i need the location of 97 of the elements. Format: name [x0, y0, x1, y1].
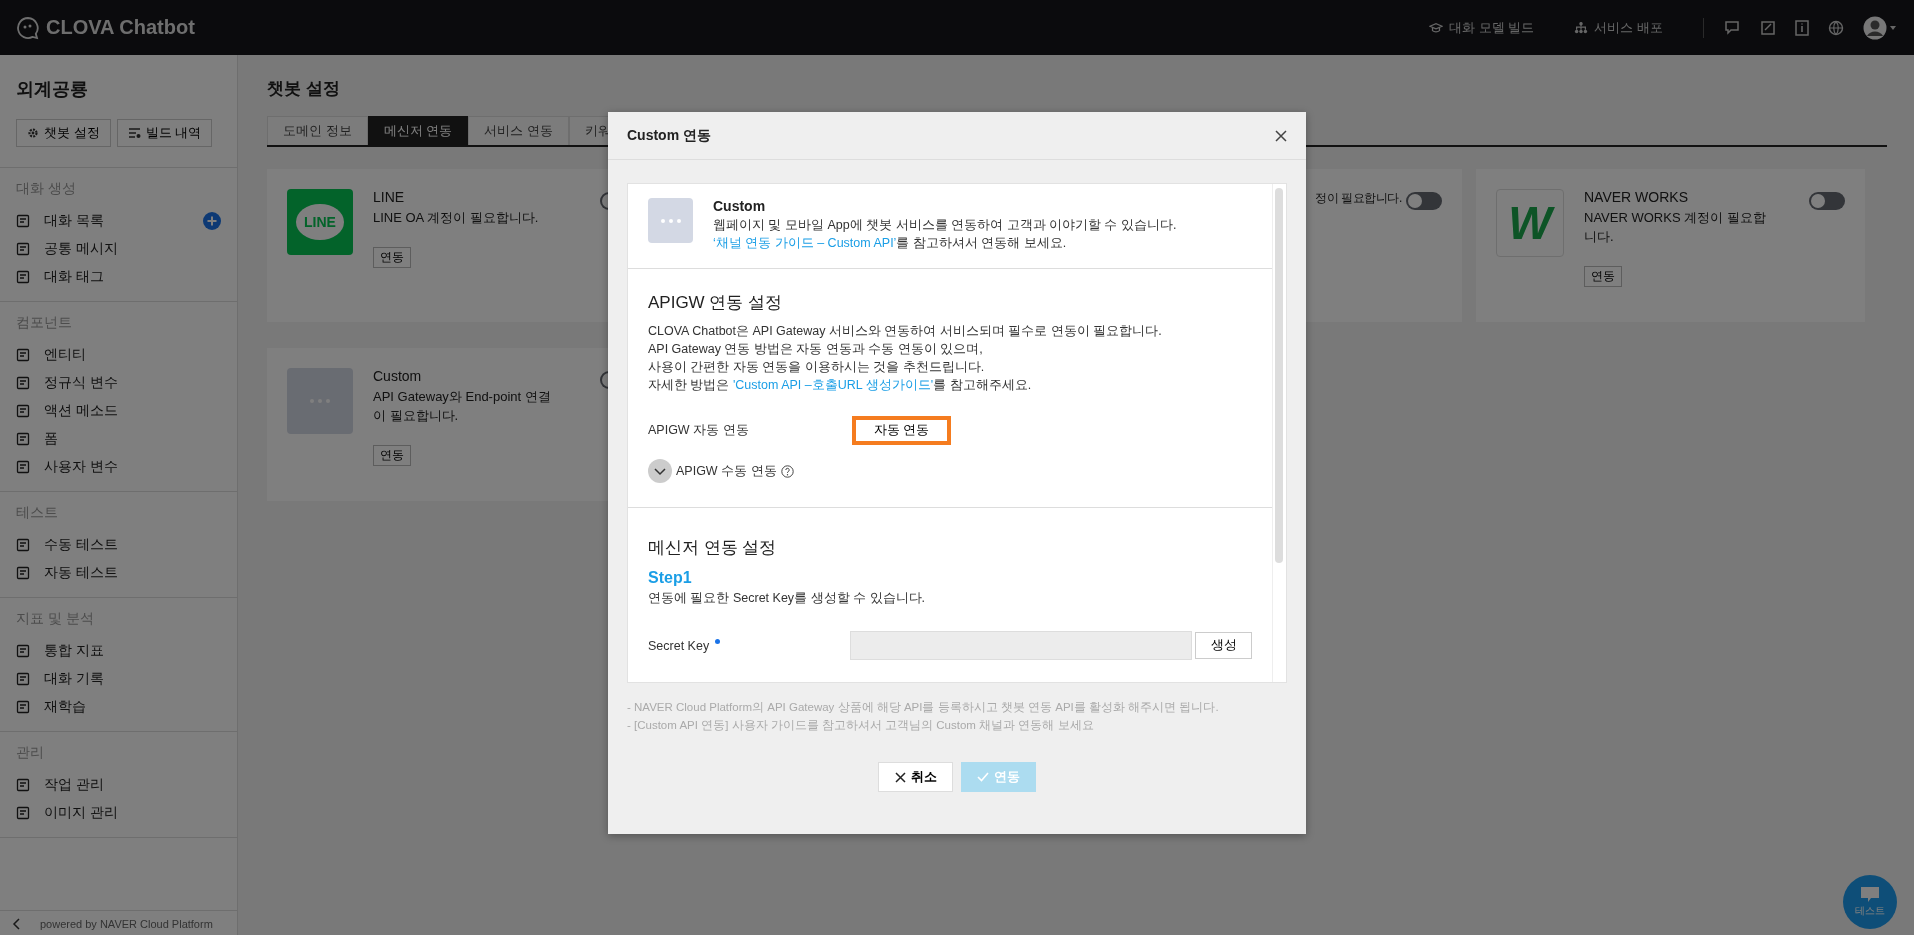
generate-button[interactable]: 생성 — [1195, 632, 1252, 659]
sidebar-item[interactable]: 대화 기록 — [16, 670, 104, 688]
close-icon[interactable] — [1275, 129, 1287, 142]
globe-icon[interactable] — [1828, 19, 1844, 36]
description-text: 연동에 필요한 Secret Key를 생성할 수 있습니다. — [648, 590, 926, 607]
settings-icon — [27, 127, 39, 139]
menu-item-icon — [16, 404, 30, 418]
project-title: 외계공룡 — [15, 78, 89, 101]
tab[interactable]: 도메인 정보 — [267, 116, 368, 145]
sidebar-item[interactable]: 액션 메소드 — [16, 402, 118, 420]
speech-bubble-icon — [1859, 886, 1881, 904]
auto-connect-button[interactable]: 자동 연동 — [852, 416, 952, 445]
sidebar-item[interactable]: 공통 메시지 — [16, 240, 118, 258]
guide-link[interactable]: 'Custom API –호출URL 생성가이드' — [732, 378, 934, 392]
chat-bubble-icon — [16, 15, 40, 40]
connect-button[interactable]: 연동 — [373, 247, 411, 268]
chat-icon[interactable] — [1724, 18, 1742, 37]
cancel-button[interactable]: 취소 — [878, 762, 953, 792]
description-text: API Gateway 연동 방법은 자동 연동과 수동 연동이 있으며, — [648, 341, 984, 358]
dots-logo — [648, 198, 693, 243]
menu-item-icon — [16, 376, 30, 390]
field-label: Secret Key — [648, 638, 710, 653]
description-text: 사용이 간편한 자동 연동을 이용하시는 것을 추천드립니다. — [648, 359, 986, 376]
menu-item-icon — [16, 214, 30, 228]
guide-link[interactable]: ‘채널 연동 가이드 – Custom API’ — [713, 236, 897, 250]
channel-name: NAVER WORKS — [1584, 189, 1689, 205]
channel-description: 정이 필요합니다. — [1314, 190, 1402, 207]
sidebar-item[interactable]: 정규식 변수 — [16, 374, 118, 392]
sidebar-item[interactable]: 작업 관리 — [16, 776, 104, 794]
info-icon[interactable] — [1794, 19, 1810, 36]
sidebar-item[interactable]: 엔티티 — [16, 346, 86, 364]
menu-item-icon — [16, 778, 30, 792]
sidebar-button[interactable]: 챗봇 설정 — [16, 119, 111, 147]
channel-description: 웹페이지 및 모바일 App에 챗봇 서비스를 연동하여 고객과 이야기할 수 있습니다. — [713, 217, 1177, 234]
section-heading: APIGW 연동 설정 — [648, 292, 784, 314]
menu-item-icon — [16, 270, 30, 284]
help-icon[interactable] — [780, 464, 794, 478]
guide-sentence: ‘채널 연동 가이드 – Custom API’를 참고하셔서 연동해 보세요. — [713, 235, 1068, 252]
menu-item-icon — [16, 432, 30, 446]
check-icon — [977, 772, 989, 782]
step-title: Step1 — [648, 569, 693, 587]
scrollbar-thumb[interactable] — [1275, 188, 1283, 563]
tab[interactable]: 서비스 연동 — [468, 116, 569, 145]
channel-name: Custom — [373, 368, 423, 384]
field-label: APIGW 자동 연동 — [648, 422, 750, 439]
app-title: CLOVA Chatbot — [46, 16, 195, 39]
collapse-icon[interactable] — [12, 918, 22, 930]
sidebar-item[interactable]: 재학습 — [16, 698, 86, 716]
description-text: 자세한 방법은 'Custom API –호출URL 생성가이드'를 참고해주세요. — [648, 377, 1033, 394]
connect-button[interactable]: 연동 — [373, 445, 411, 466]
sidebar-item[interactable]: 대화 목록 — [16, 212, 104, 230]
menu-item-icon — [16, 672, 30, 686]
tab[interactable]: 메신저 연동 — [367, 116, 469, 145]
toggle-switch[interactable] — [1809, 192, 1845, 210]
footer-text: powered by NAVER Cloud Platform — [40, 918, 213, 930]
sidebar-item[interactable]: 이미지 관리 — [16, 804, 118, 822]
sidebar-item[interactable]: 수동 테스트 — [16, 536, 118, 554]
menu-item-icon — [16, 242, 30, 256]
menu-item-icon — [16, 644, 30, 658]
chevron-icon[interactable] — [648, 459, 672, 483]
sidebar-item[interactable]: 통합 지표 — [16, 642, 104, 660]
channel-name: Custom — [713, 198, 767, 214]
menu-item-icon — [16, 566, 30, 580]
channel-description: API Gateway와 End-point 연결이 필요합니다. — [373, 388, 552, 425]
menu-item-icon — [16, 806, 30, 820]
note-icon[interactable] — [1760, 19, 1776, 36]
menu-item-icon — [16, 460, 30, 474]
menu-item-icon — [16, 700, 30, 714]
graduation-cap-icon — [1429, 20, 1444, 35]
section-heading: 메신저 연동 설정 — [648, 537, 778, 559]
line-logo: LINE — [287, 189, 353, 255]
works-logo: W — [1496, 189, 1564, 257]
menu-item-icon — [16, 348, 30, 362]
channel-description: LINE OA 계정이 필요합니다. — [373, 209, 540, 227]
note-text: - [Custom API 연동] 사용자 가이드를 참고하셔서 고객님의 Custom 채널과 연동해 보세요 — [627, 718, 1095, 733]
description-text: CLOVA Chatbot은 API Gateway 서비스와 연동하여 서비스되며 필수로 연동이 필요합니다. — [648, 323, 1163, 340]
sidebar-item[interactable]: 자동 테스트 — [16, 564, 118, 582]
note-text: - NAVER Cloud Platform의 API Gateway 상품에 해당 API를 등록하시고 챗봇 연동 API를 활성화 해주시면 됩니다. — [627, 700, 1220, 715]
sidebar-button[interactable]: 빌드 내역 — [116, 119, 213, 147]
avatar-icon[interactable] — [1862, 14, 1898, 41]
hierarchy-icon — [1574, 20, 1589, 35]
dialog-title: Custom 연동 — [627, 126, 711, 145]
page-title: 챗봇 설정 — [267, 78, 341, 100]
connect-button[interactable]: 연동 — [1584, 266, 1622, 287]
close-icon — [894, 771, 906, 783]
nav-link[interactable]: 대화 모델 빌드 — [1429, 18, 1535, 37]
sidebar-item[interactable]: 대화 태그 — [16, 268, 104, 286]
sidebar-item[interactable]: 폼 — [16, 430, 58, 448]
toggle-switch[interactable] — [1406, 192, 1442, 210]
sidebar-item[interactable]: 사용자 변수 — [16, 458, 118, 476]
add-icon[interactable] — [203, 212, 221, 230]
nav-link[interactable]: 서비스 배포 — [1574, 18, 1663, 37]
menu-item-icon — [16, 538, 30, 552]
channel-name: LINE — [373, 189, 406, 205]
expander-label[interactable]: APIGW 수동 연동 — [676, 462, 777, 480]
list-icon — [127, 127, 141, 139]
channel-description: NAVER WORKS 계정이 필요합니다. — [1584, 209, 1767, 246]
